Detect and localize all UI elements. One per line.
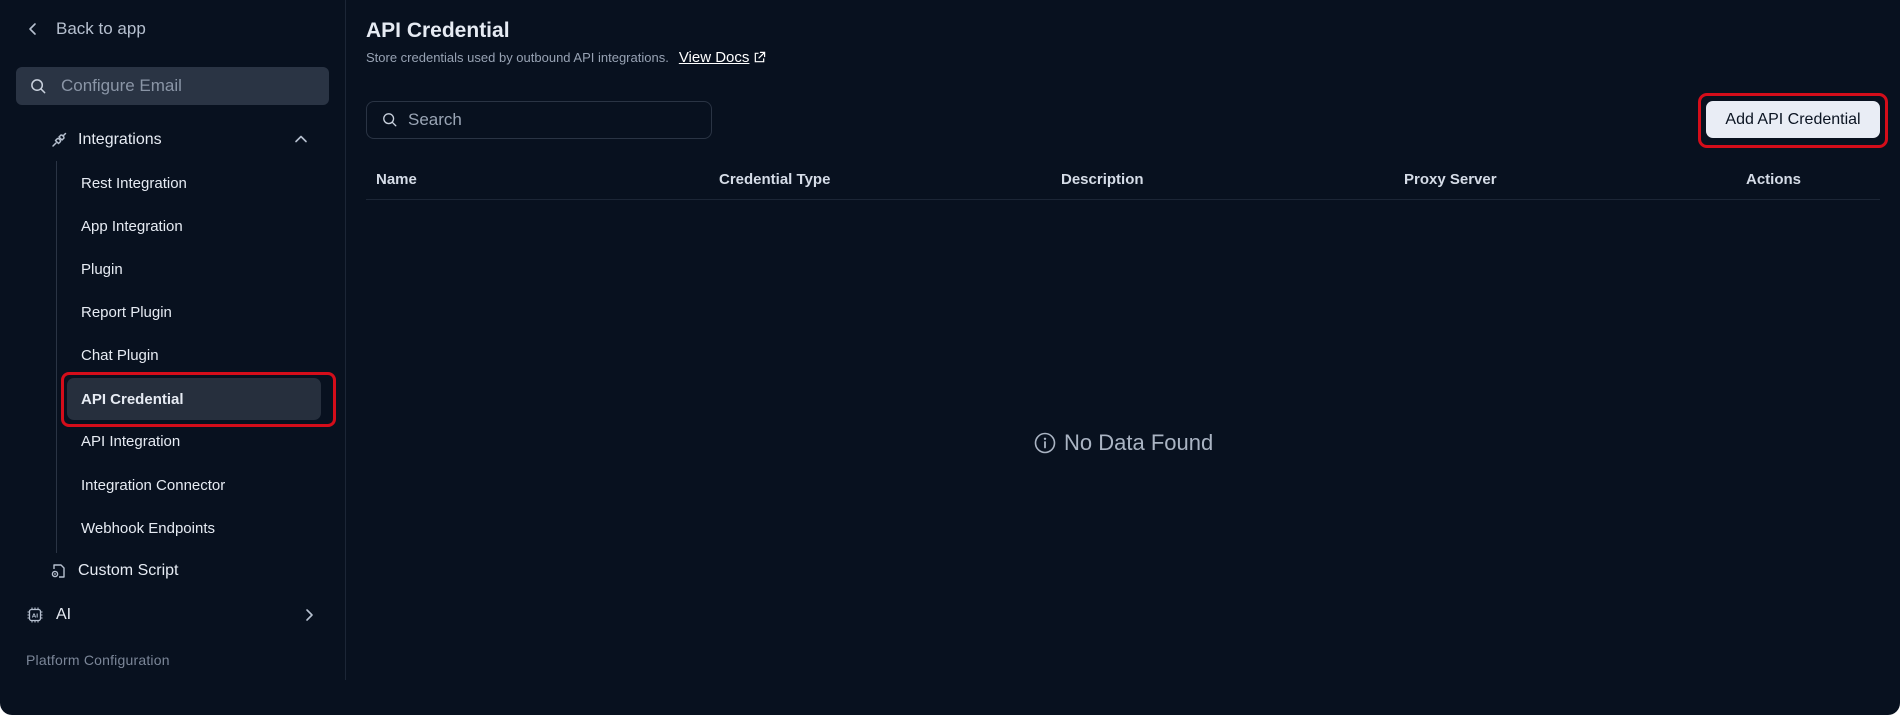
sidebar-group-label: Integrations <box>78 131 162 148</box>
sidebar-item-label: Chat Plugin <box>81 346 159 364</box>
search-input[interactable] <box>408 110 708 130</box>
search-icon <box>383 113 397 127</box>
app-window: Back to app Integrations Rest Integra <box>0 0 1900 715</box>
sidebar-item-label: Custom Script <box>78 562 179 579</box>
sidebar-group-label: AI <box>56 606 72 623</box>
page-title: API Credential <box>366 19 510 42</box>
sidebar-item-label: Plugin <box>81 260 123 278</box>
sidebar-group-integrations[interactable]: Integrations <box>50 127 314 153</box>
sidebar-item-label: API Credential <box>81 390 184 408</box>
chevron-left-icon <box>29 23 36 35</box>
main-content: API Credential Store credentials used by… <box>366 0 1900 715</box>
sidebar-item-label: Report Plugin <box>81 303 172 321</box>
svg-text:AI: AI <box>32 613 38 619</box>
ai-chip-icon: AI <box>27 607 43 623</box>
submenu-divider <box>56 161 57 553</box>
page-subtitle: Store credentials used by outbound API i… <box>366 49 766 66</box>
view-docs-link[interactable]: View Docs <box>679 49 767 66</box>
sidebar-item-api-integration[interactable]: API Integration <box>81 428 180 454</box>
back-label: Back to app <box>56 19 146 38</box>
column-header-description[interactable]: Description <box>1061 171 1144 188</box>
sidebar-item-custom-script[interactable]: Custom Script <box>50 558 178 584</box>
info-icon <box>1034 432 1056 454</box>
column-header-proxy-server[interactable]: Proxy Server <box>1404 171 1497 188</box>
empty-state-text: No Data Found <box>1064 430 1214 455</box>
sidebar-item-chat-plugin[interactable]: Chat Plugin <box>81 342 159 368</box>
section-heading: Platform Configuration <box>26 652 170 668</box>
empty-state: No Data Found <box>1034 430 1213 456</box>
chevron-up-icon[interactable] <box>294 132 308 146</box>
column-header-credential-type[interactable]: Credential Type <box>719 171 830 188</box>
chevron-right-icon[interactable] <box>302 608 316 622</box>
table-header: Name Credential Type Description Proxy S… <box>366 168 1880 200</box>
sidebar-item-label: API Integration <box>81 432 181 450</box>
view-docs-label: View Docs <box>678 49 750 66</box>
search-icon <box>31 78 46 93</box>
plug-icon <box>52 132 67 147</box>
sidebar-item-plugin[interactable]: Plugin <box>81 256 123 282</box>
credential-search[interactable] <box>366 101 712 139</box>
sidebar-search-input[interactable] <box>61 76 311 96</box>
sidebar-item-app-integration[interactable]: App Integration <box>81 213 183 239</box>
external-link-icon <box>755 51 766 63</box>
file-code-icon <box>51 564 65 578</box>
sidebar-item-report-plugin[interactable]: Report Plugin <box>81 299 172 325</box>
sidebar-item-api-credential[interactable]: API Credential <box>67 378 321 420</box>
column-header-name[interactable]: Name <box>376 171 417 188</box>
sidebar-item-label: Webhook Endpoints <box>81 519 215 537</box>
sidebar-item-label: Integration Connector <box>81 476 226 494</box>
sidebar-search[interactable] <box>16 67 329 105</box>
back-to-app-link[interactable]: Back to app <box>26 19 146 39</box>
sidebar-item-integration-connector[interactable]: Integration Connector <box>81 472 225 498</box>
subtitle-text: Store credentials used by outbound API i… <box>366 50 669 65</box>
add-api-credential-button[interactable]: Add API Credential <box>1706 101 1880 138</box>
sidebar-item-label: App Integration <box>81 217 183 235</box>
sidebar-item-label: Rest Integration <box>81 174 187 192</box>
sidebar-item-webhook-endpoints[interactable]: Webhook Endpoints <box>81 515 215 541</box>
sidebar-group-ai[interactable]: AI AI <box>26 602 316 628</box>
column-header-actions: Actions <box>1746 171 1802 188</box>
sidebar: Back to app Integrations Rest Integra <box>0 0 346 680</box>
sidebar-item-rest-integration[interactable]: Rest Integration <box>81 170 187 196</box>
